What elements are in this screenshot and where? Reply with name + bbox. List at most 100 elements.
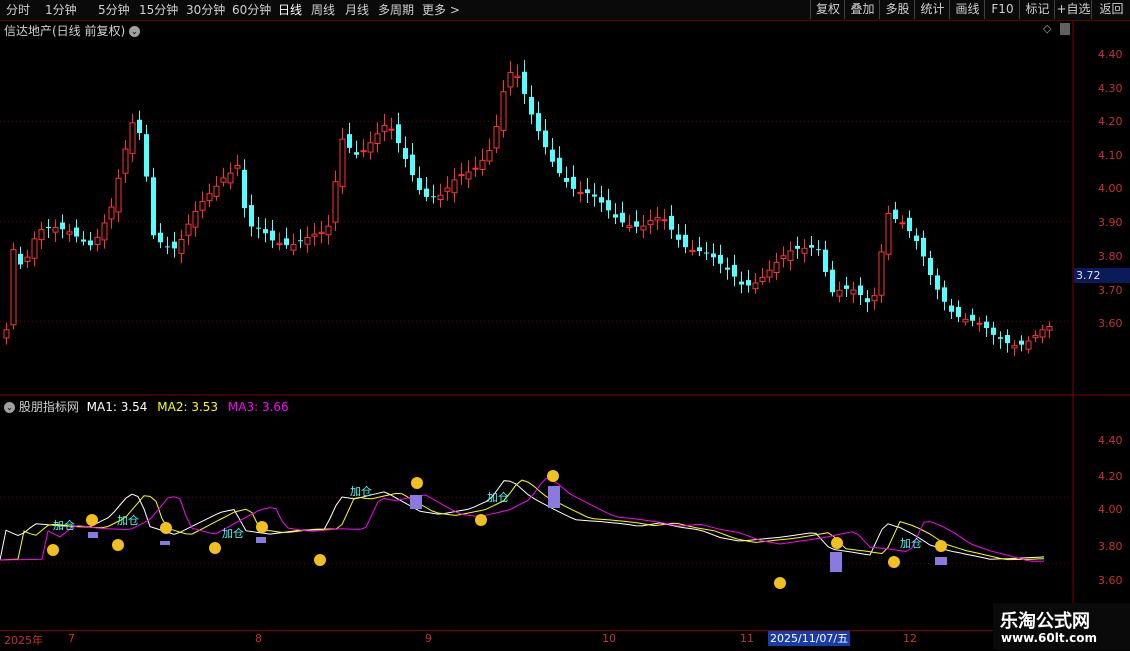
candle-body [732, 264, 737, 277]
signal-block [830, 552, 842, 572]
ma1-line [0, 480, 1045, 561]
candle-body [893, 209, 898, 220]
signal-label: 加仓 [222, 527, 244, 540]
candle-body [31, 238, 38, 259]
candle-body [689, 249, 696, 253]
candle-body [956, 306, 961, 317]
chevron-down-icon[interactable]: ⌄ [129, 26, 141, 37]
candle-body [773, 261, 780, 274]
x-tick: 2025年 [4, 634, 43, 647]
candle-body [347, 134, 352, 148]
kline-chart[interactable] [0, 0, 1130, 650]
candle-body [417, 178, 422, 190]
candle-body [878, 251, 885, 296]
candle-body [844, 285, 849, 289]
period-tab-daily[interactable]: 日线 [278, 2, 302, 18]
candle-body [858, 285, 863, 295]
candle-body [158, 232, 163, 243]
back-button[interactable]: 返回 [1091, 0, 1130, 19]
y-tick: 3.70 [1098, 284, 1123, 297]
candle-body [122, 148, 129, 174]
candle-body [192, 210, 199, 228]
x-tick: 7 [68, 632, 75, 645]
candle-body [647, 220, 654, 226]
candle-body [410, 154, 415, 176]
candle-body [514, 75, 521, 79]
y-tick: 4.40 [1098, 48, 1123, 61]
diamond-icon[interactable]: ◇ [1043, 22, 1051, 35]
candle-body [178, 239, 185, 254]
candle-body [613, 214, 618, 218]
candle-body [234, 165, 241, 169]
candle-body [865, 298, 870, 303]
candle-body [928, 258, 933, 276]
candle-body [1046, 325, 1053, 331]
period-tab-5min[interactable]: 5分钟 [98, 2, 130, 18]
candle-body [249, 205, 254, 227]
multi-stock-button[interactable]: 多股 [879, 0, 915, 19]
candle-body [564, 178, 569, 182]
period-tab-more[interactable]: 更多 > [422, 2, 460, 18]
draw-line-button[interactable]: 画线 [949, 0, 985, 19]
ma3-line [0, 477, 1044, 562]
candle-body [801, 247, 808, 254]
scroll-handle-icon[interactable] [1060, 23, 1070, 35]
x-tick: 12 [903, 632, 917, 645]
smiley-signal-icon [475, 514, 487, 526]
candle-body [766, 269, 773, 278]
chevron-down-icon[interactable]: ⌄ [4, 402, 15, 413]
candle-body [585, 189, 590, 194]
mark-button[interactable]: 标记 [1019, 0, 1055, 19]
candle-body [66, 231, 73, 235]
candle-body [137, 119, 142, 133]
signal-block [548, 486, 560, 508]
candle-body [290, 244, 297, 251]
y-tick: 4.20 [1098, 115, 1123, 128]
candle-body [115, 177, 122, 213]
candle-body [242, 169, 247, 209]
candle-body [536, 113, 541, 132]
period-toolbar: 分时 1分钟 5分钟 15分钟 30分钟 60分钟 日线 周线 月线 多周期 更… [0, 0, 1130, 21]
period-tab-1min[interactable]: 1分钟 [45, 2, 77, 18]
restore-rights-button[interactable]: 复权 [810, 0, 845, 19]
smiley-signal-icon [160, 522, 172, 534]
period-tab-monthly[interactable]: 月线 [345, 2, 369, 18]
period-tab-30min[interactable]: 30分钟 [186, 2, 225, 18]
candle-body [697, 247, 702, 252]
ind-y-tick: 4.00 [1098, 503, 1123, 516]
f10-button[interactable]: F10 [984, 0, 1020, 19]
candle-body [780, 255, 787, 259]
period-tab-multi[interactable]: 多周期 [378, 2, 414, 18]
indicator-name: 股朋指标网 [18, 400, 79, 414]
candle-body [81, 239, 86, 242]
smiley-signal-icon [935, 540, 947, 552]
candle-body [599, 197, 604, 203]
candle-body [529, 97, 534, 115]
candle-body [1011, 345, 1018, 349]
y-tick: 4.30 [1098, 82, 1123, 95]
candle-body [165, 246, 170, 248]
candle-body [500, 91, 507, 131]
candle-body [172, 241, 177, 249]
period-tab-15min[interactable]: 15分钟 [139, 2, 178, 18]
candle-body [388, 128, 395, 131]
candle-body [816, 249, 821, 251]
signal-block [88, 532, 98, 538]
candle-body [921, 237, 926, 257]
candle-body [325, 225, 332, 236]
overlay-button[interactable]: 叠加 [844, 0, 880, 19]
candle-body [704, 252, 709, 254]
x-tick: 11 [740, 632, 754, 645]
period-tab-intraday[interactable]: 分时 [6, 2, 30, 18]
statistics-button[interactable]: 统计 [914, 0, 950, 19]
add-watchlist-button[interactable]: +自选 [1054, 0, 1092, 19]
period-tab-60min[interactable]: 60分钟 [232, 2, 271, 18]
candle-body [60, 222, 65, 230]
watermark-logo: 乐淘公式网 www.60lt.com [993, 603, 1130, 650]
period-tab-weekly[interactable]: 周线 [311, 2, 335, 18]
watermark-url: www.60lt.com [1001, 631, 1098, 645]
candle-body [10, 249, 17, 326]
candle-body [424, 188, 429, 197]
candle-body [1032, 334, 1039, 339]
candle-body [850, 289, 857, 295]
